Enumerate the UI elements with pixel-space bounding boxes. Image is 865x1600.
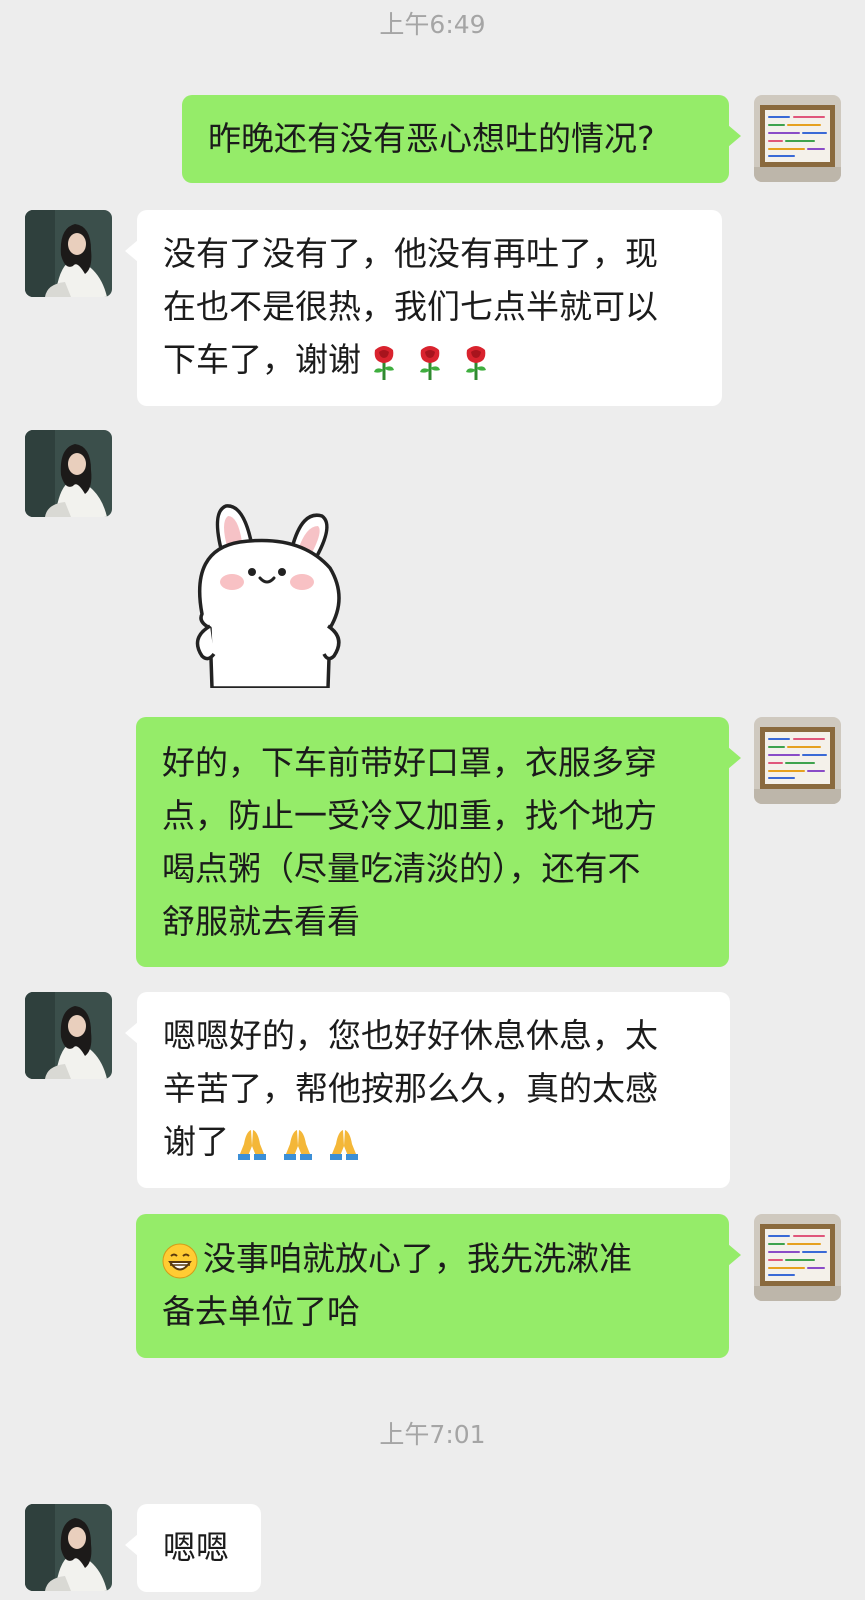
contact-avatar[interactable] bbox=[25, 1504, 112, 1591]
outgoing-message-bubble[interactable]: 好的，下车前带好口罩，衣服多穿 点，防止一受冷又加重，找个地方 喝点粥（尽量吃清… bbox=[136, 717, 741, 967]
woman-portrait-icon bbox=[25, 1504, 112, 1591]
outgoing-message-bubble[interactable]: 没事咱就放心了，我先洗漱准 备去单位了哈 bbox=[136, 1214, 741, 1358]
woman-portrait-icon bbox=[25, 210, 112, 297]
woman-portrait-icon bbox=[25, 430, 112, 517]
message-line: 没事咱就放心了，我先洗漱准 bbox=[203, 1239, 632, 1278]
outgoing-message-bubble[interactable]: 昨晚还有没有恶心想吐的情况? bbox=[182, 95, 741, 183]
message-line: 备去单位了哈 bbox=[162, 1292, 360, 1331]
message-line: 辛苦了，帮他按那么久，真的太感 bbox=[163, 1069, 658, 1108]
contact-avatar[interactable] bbox=[25, 992, 112, 1079]
message-line: 喝点粥（尽量吃清淡的），还有不 bbox=[162, 849, 641, 888]
message-line-wrap: 没事咱就放心了，我先洗漱准 bbox=[162, 1232, 703, 1285]
self-avatar[interactable] bbox=[754, 1214, 841, 1301]
incoming-message-bubble[interactable]: 嗯嗯 bbox=[125, 1504, 261, 1592]
message-line: 下车了，谢谢 bbox=[163, 340, 361, 379]
grinning-face-emoji bbox=[162, 1243, 198, 1278]
message-text: 昨晚还有没有恶心想吐的情况? bbox=[208, 119, 655, 158]
incoming-message-bubble[interactable]: 没有了没有了，他没有再吐了，现 在也不是很热，我们七点半就可以 下车了，谢谢 bbox=[125, 210, 722, 406]
message-text: 嗯嗯 bbox=[163, 1528, 229, 1567]
rose-emoji bbox=[466, 345, 486, 380]
self-avatar[interactable] bbox=[754, 95, 841, 182]
folded-hands-emoji bbox=[238, 1129, 266, 1160]
rose-emoji bbox=[420, 345, 440, 380]
message-line-wrap: 下车了，谢谢 bbox=[163, 333, 696, 386]
contact-avatar[interactable] bbox=[25, 430, 112, 517]
message-line: 舒服就去看看 bbox=[162, 902, 360, 941]
bunny-sticker-image bbox=[195, 504, 341, 690]
message-line: 嗯嗯好的，您也好好休息休息，太 bbox=[163, 1016, 658, 1055]
timestamp: 上午7:01 bbox=[379, 1420, 486, 1449]
framed-picture-icon bbox=[754, 717, 841, 804]
message-line: 没有了没有了，他没有再吐了，现 bbox=[163, 234, 658, 273]
message-line: 好的，下车前带好口罩，衣服多穿 bbox=[162, 743, 657, 782]
incoming-message-bubble[interactable]: 嗯嗯好的，您也好好休息休息，太 辛苦了，帮他按那么久，真的太感 谢了 bbox=[125, 992, 730, 1188]
folded-hands-emoji bbox=[284, 1129, 312, 1160]
folded-hands-emoji bbox=[330, 1129, 358, 1160]
woman-portrait-icon bbox=[25, 992, 112, 1079]
framed-picture-icon bbox=[754, 1214, 841, 1301]
message-line-wrap: 谢了 bbox=[163, 1115, 704, 1168]
bunny-sticker[interactable] bbox=[180, 498, 350, 690]
timestamp: 上午6:49 bbox=[379, 10, 486, 39]
framed-picture-icon bbox=[754, 95, 841, 182]
contact-avatar[interactable] bbox=[25, 210, 112, 297]
self-avatar[interactable] bbox=[754, 717, 841, 804]
message-line: 谢了 bbox=[163, 1122, 229, 1161]
message-line: 点，防止一受冷又加重，找个地方 bbox=[162, 796, 657, 835]
rose-emoji bbox=[374, 345, 394, 380]
message-line: 在也不是很热，我们七点半就可以 bbox=[163, 287, 658, 326]
